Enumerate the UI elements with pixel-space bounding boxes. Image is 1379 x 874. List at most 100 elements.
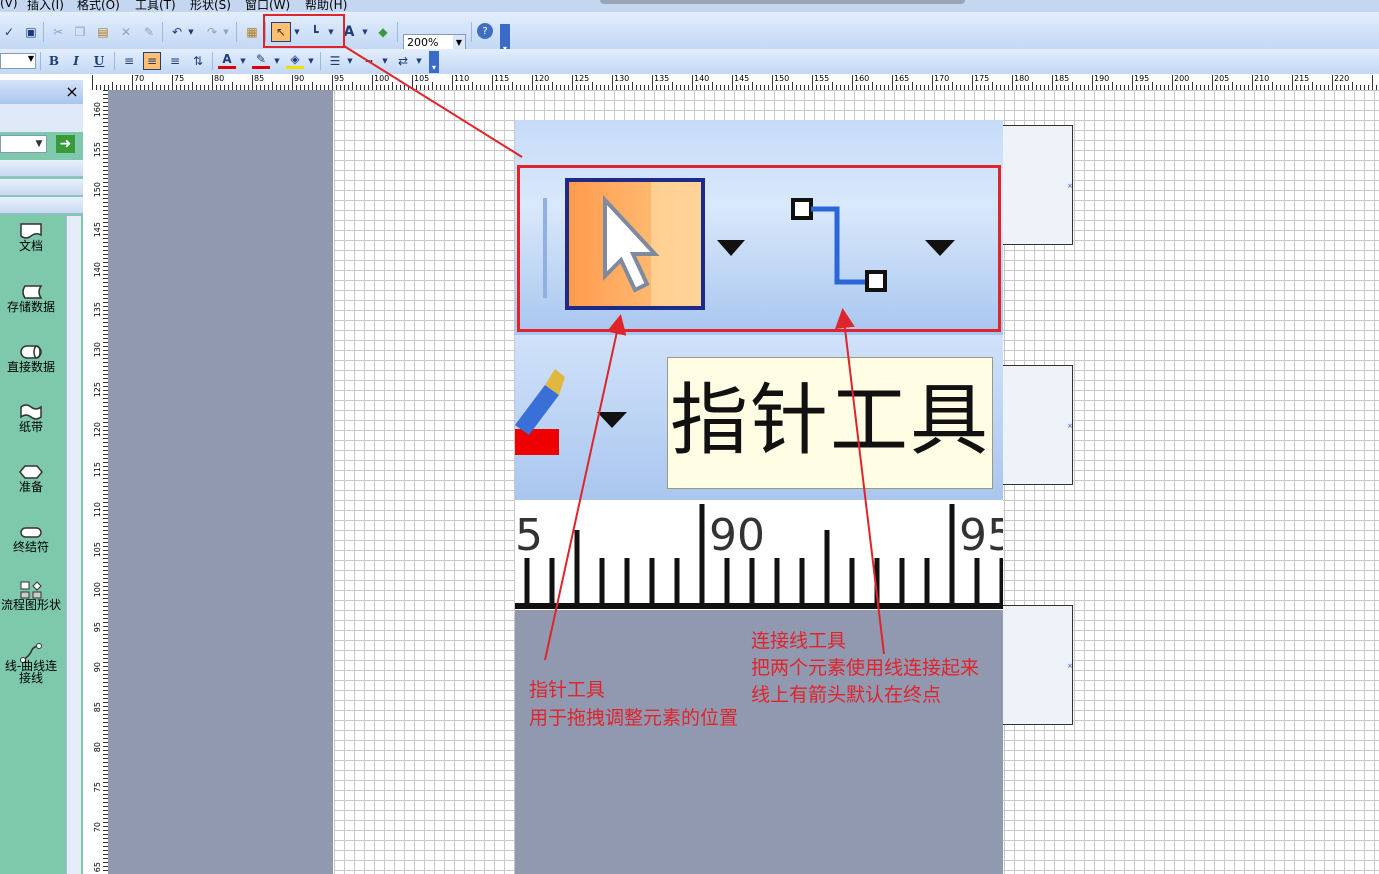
text-dropdown-icon[interactable]: ▼ [360, 23, 370, 41]
fill-color-icon[interactable]: ◈ [286, 52, 304, 69]
stored-data-shape-icon [19, 283, 43, 301]
go-arrow-icon[interactable]: ➜ [56, 135, 75, 153]
ruler-label: 115 [494, 74, 510, 83]
bold-button[interactable]: B [45, 52, 63, 70]
align-center-icon[interactable]: ≡ [143, 52, 161, 70]
delete-icon[interactable]: ✕ [117, 23, 135, 41]
menu-insert[interactable]: 插入(I) [27, 0, 64, 12]
toolbar-separator [471, 22, 472, 42]
line-ends-icon[interactable]: ⇄ [394, 52, 412, 70]
menu-shape[interactable]: 形状(S) [190, 0, 231, 12]
shape-item[interactable]: 终结符 [0, 523, 62, 553]
research-icon[interactable]: ▣ [22, 23, 40, 41]
ruler-tick [612, 75, 613, 90]
menu-window[interactable]: 窗口(W) [245, 0, 290, 12]
ruler-label: 220 [1334, 74, 1350, 83]
underline-button[interactable]: U [90, 52, 108, 70]
font-color-icon[interactable]: A [218, 52, 236, 69]
spelling-icon[interactable]: ✓ [0, 23, 18, 41]
pointer-annotation-desc: 用于拖拽调整元素的位置 [529, 707, 739, 729]
align-right-icon[interactable]: ≡ [166, 52, 184, 70]
shape-item[interactable]: 线-曲线连 接线 [0, 642, 62, 684]
ruler-label: 65 [93, 862, 102, 873]
curve-connector-icon [19, 642, 43, 663]
text-direction-icon[interactable]: ⇅ [189, 52, 207, 70]
ruler-label: 160 [93, 102, 102, 118]
menu-format[interactable]: 格式(O) [77, 0, 120, 12]
flowchart-shape[interactable]: × [1003, 605, 1073, 725]
shapes-panel-search-area [0, 104, 83, 132]
chevron-down-icon[interactable]: ▼ [453, 35, 465, 50]
undo-icon[interactable]: ↶ [168, 23, 186, 41]
menu-tools[interactable]: 工具(T) [135, 0, 176, 12]
redo-icon[interactable]: ↷ [203, 23, 221, 41]
menu-help[interactable]: 帮助(H) [305, 0, 347, 12]
ruler-label: 85 [254, 74, 265, 83]
shape-item[interactable]: 流程图形状 [0, 581, 62, 611]
chevron-down-icon[interactable]: ▼ [32, 136, 46, 152]
stencil-tab[interactable] [0, 160, 83, 177]
flowchart-shape[interactable]: × [1003, 125, 1073, 245]
cut-icon[interactable]: ✂ [49, 23, 67, 41]
copy-icon[interactable]: ❐ [71, 23, 89, 41]
chevron-down-icon[interactable]: ▼ [272, 52, 282, 70]
chevron-down-icon[interactable]: ▼ [238, 52, 248, 70]
ruler-tick [212, 75, 213, 90]
ruler-label: 95 [334, 74, 345, 83]
panel-scrollbar[interactable] [66, 216, 81, 874]
paste-icon[interactable]: ▤ [94, 23, 112, 41]
line-color-icon[interactable]: ✎ [252, 52, 270, 69]
italic-button[interactable]: I [67, 52, 85, 70]
shapes-search-input[interactable]: ▼ [0, 135, 47, 153]
ruler-tick [752, 82, 753, 90]
shapes-icon[interactable]: ▦ [243, 23, 261, 41]
close-icon[interactable]: × [64, 82, 80, 102]
ruler-label: 100 [374, 74, 390, 83]
ruler-label: 155 [814, 74, 830, 83]
toolbar-options-icon[interactable]: ▾ [429, 51, 439, 73]
chevron-down-icon[interactable]: ▼ [380, 52, 390, 70]
connection-point-icon[interactable]: ◆ [374, 23, 392, 41]
preparation-shape-icon [19, 463, 43, 481]
ruler-tick [392, 82, 393, 90]
undo-dropdown-icon[interactable]: ▼ [186, 23, 196, 41]
ruler-tick [312, 82, 313, 90]
shape-item[interactable]: 文档 [0, 222, 62, 252]
toolbar-separator [236, 22, 237, 42]
redo-dropdown-icon[interactable]: ▼ [221, 23, 231, 41]
line-weight-icon[interactable]: ☰ [326, 52, 344, 70]
chevron-down-icon[interactable]: ▼ [28, 54, 34, 63]
ruler-tick [532, 75, 533, 90]
line-pattern-icon[interactable]: ┅ [360, 52, 378, 70]
ruler-label: 90 [294, 74, 305, 83]
ruler-tick [652, 75, 653, 90]
shape-item[interactable]: 纸带 [0, 403, 62, 433]
shape-item[interactable]: 准备 [0, 463, 62, 493]
stencil-tab[interactable] [0, 197, 83, 214]
ruler-label: 170 [934, 74, 950, 83]
flowchart-shape[interactable]: × [1003, 365, 1073, 485]
ruler-tick [332, 75, 333, 90]
chevron-down-icon[interactable]: ▼ [414, 52, 424, 70]
stencil-tab[interactable] [0, 179, 83, 196]
ruler-label: 180 [1014, 74, 1030, 83]
ruler-label: 115 [93, 462, 102, 478]
ruler-tick [292, 75, 293, 90]
ruler-tick [1292, 75, 1293, 90]
ruler-tick [932, 75, 933, 90]
format-painter-icon[interactable]: ✎ [140, 23, 158, 41]
shape-item[interactable]: 直接数据 [0, 343, 62, 373]
ruler-label: 90 [93, 662, 102, 673]
chevron-down-icon[interactable]: ▼ [306, 52, 316, 70]
chevron-down-icon[interactable]: ▼ [345, 52, 355, 70]
align-left-icon[interactable]: ≡ [120, 52, 138, 70]
menu-view[interactable]: (V) [0, 0, 18, 10]
zoomed-ruler: 5 90 95 [515, 500, 1003, 610]
font-size-select[interactable]: ▼ [0, 53, 36, 69]
ruler-label: 185 [1054, 74, 1070, 83]
shape-item[interactable]: 存储数据 [0, 283, 62, 313]
ruler-tick [892, 75, 893, 90]
highlight-box-toolbar [263, 14, 345, 48]
ruler-label: 70 [134, 74, 145, 83]
help-icon[interactable]: ? [477, 23, 493, 39]
